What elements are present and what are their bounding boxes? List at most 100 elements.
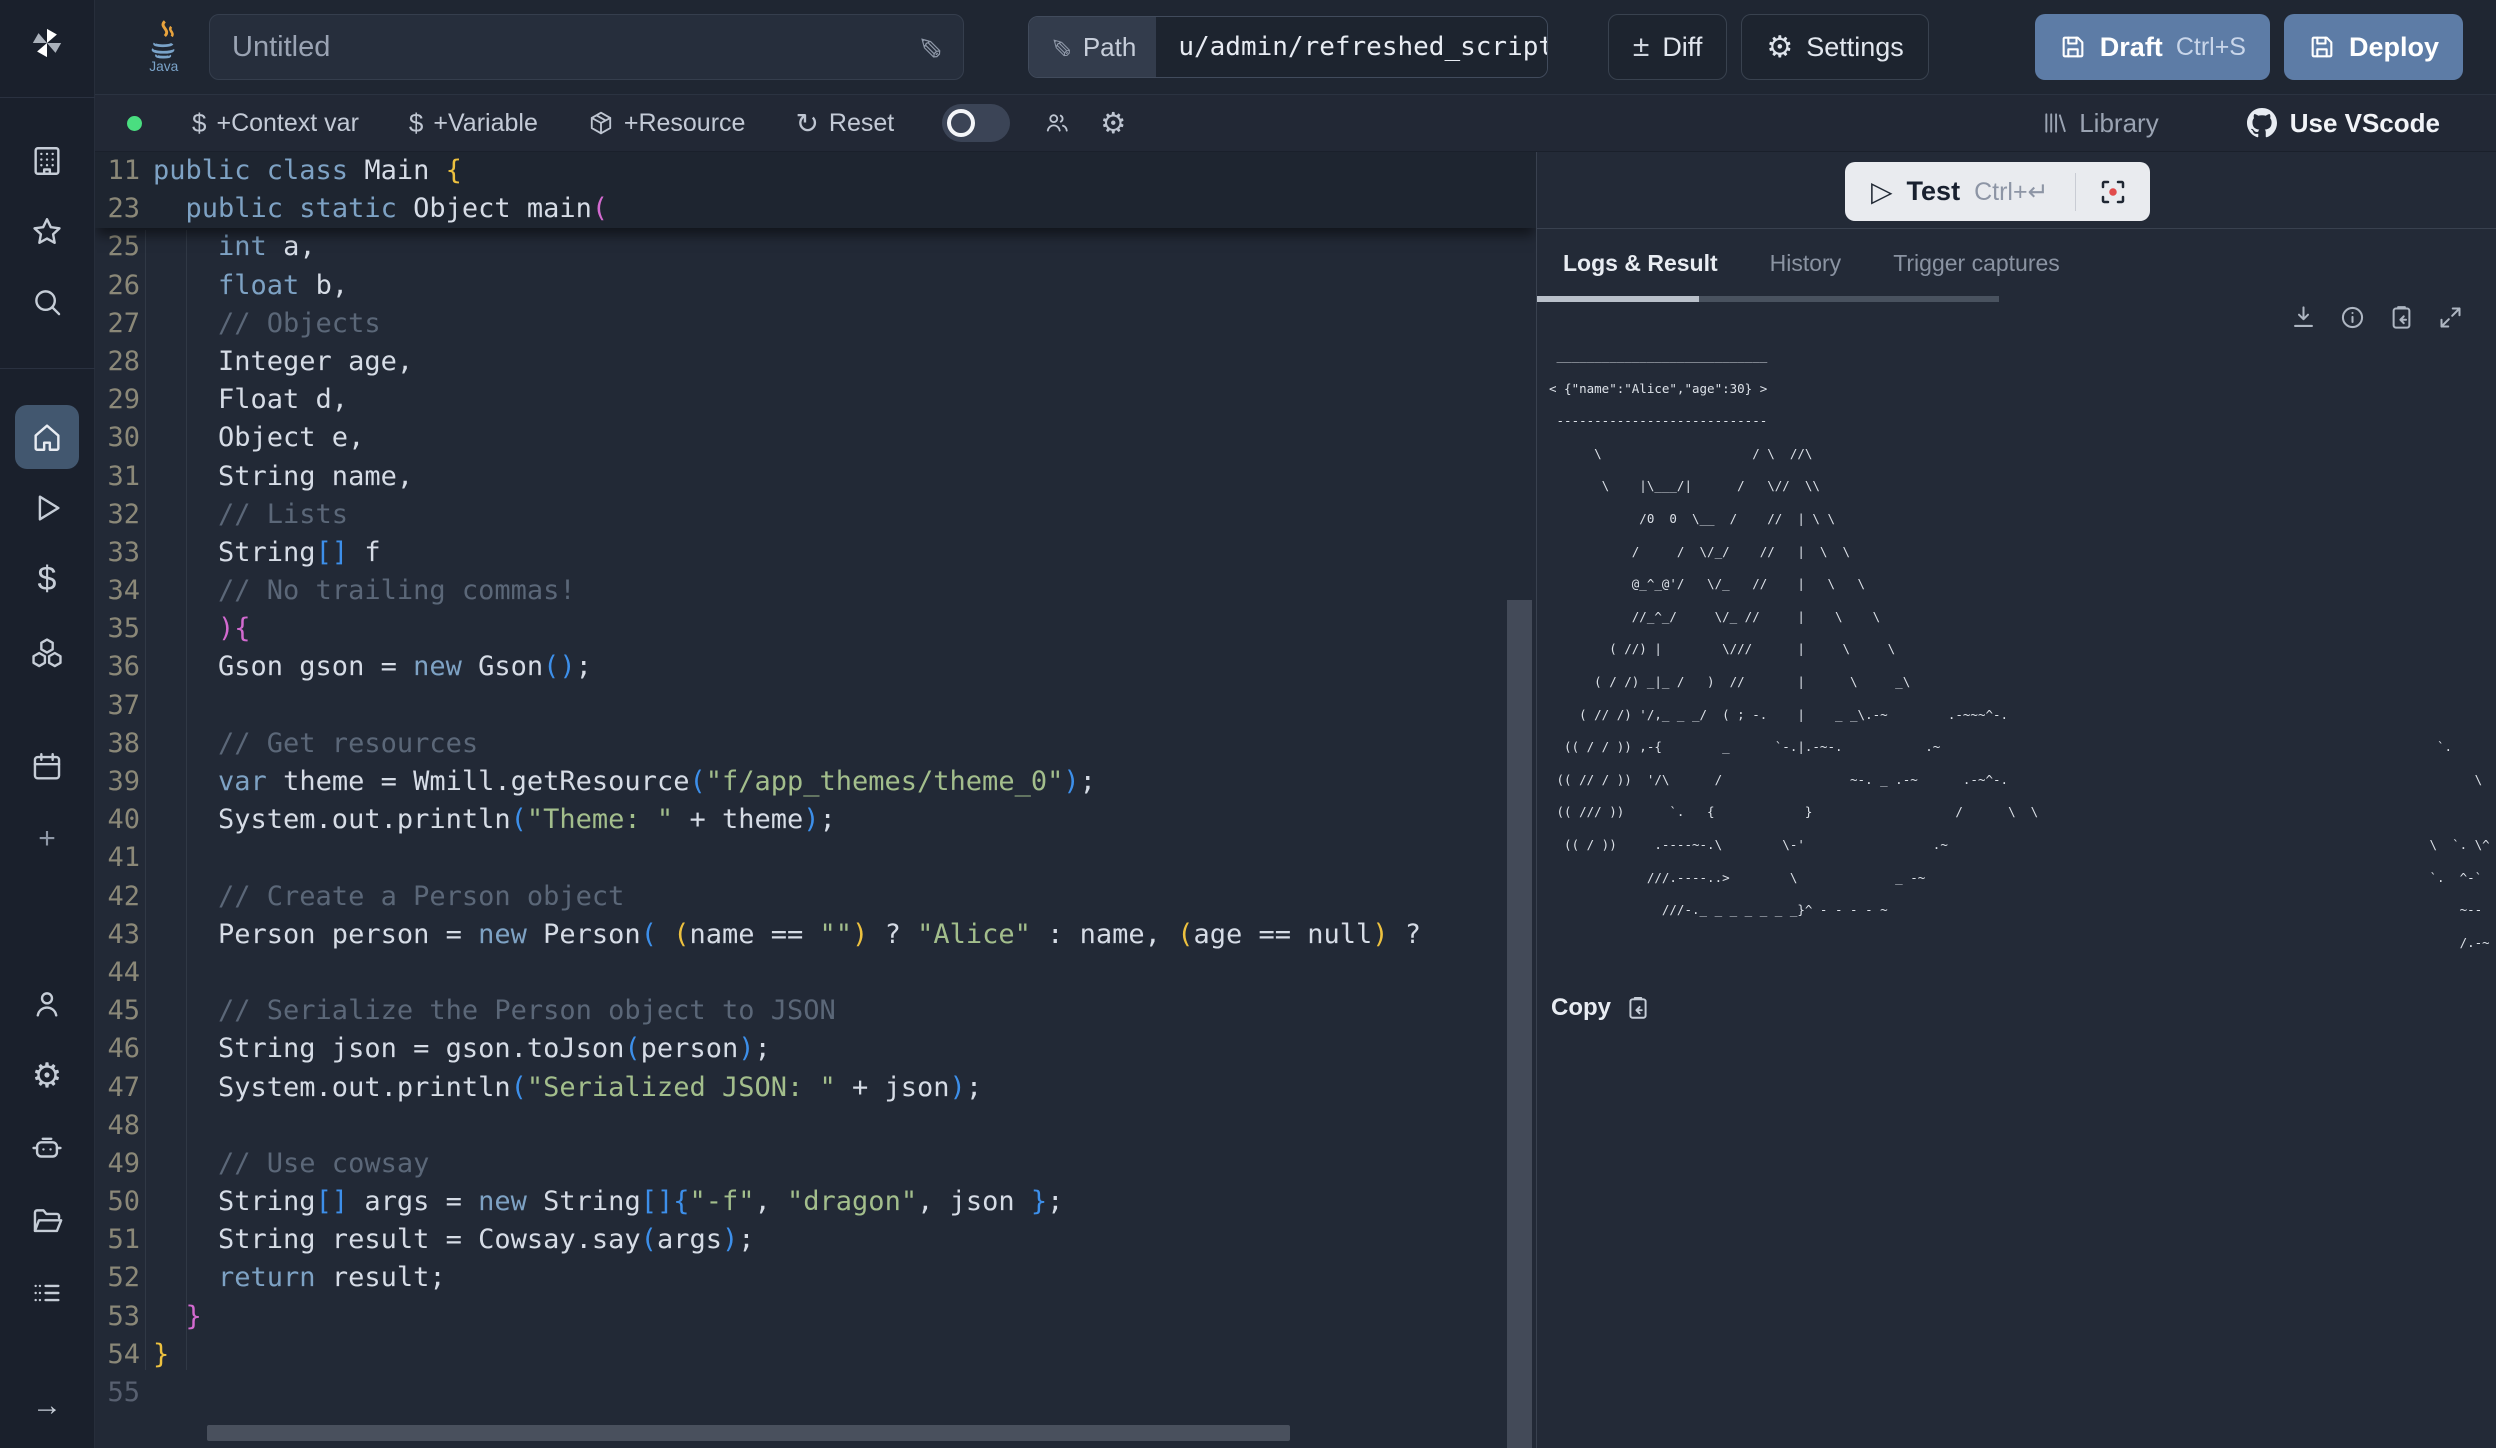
code-line[interactable]: 54} bbox=[95, 1336, 1536, 1374]
add-resource-button[interactable]: +Resource bbox=[588, 109, 746, 138]
add-plus-icon[interactable]: + bbox=[25, 817, 69, 861]
code-line[interactable]: 48 bbox=[95, 1107, 1536, 1145]
line-number: 34 bbox=[95, 572, 140, 610]
runs-play-icon[interactable] bbox=[25, 486, 69, 530]
code-line[interactable]: 42 // Create a Person object bbox=[95, 878, 1536, 916]
expand-arrow-icon[interactable]: → bbox=[25, 1384, 69, 1428]
indent-guide bbox=[186, 230, 187, 1370]
audit-logs-list-icon[interactable] bbox=[25, 1271, 69, 1315]
tab-logs-result[interactable]: Logs & Result bbox=[1537, 230, 1744, 296]
code-line[interactable]: 45 // Serialize the Person object to JSO… bbox=[95, 992, 1536, 1030]
code-line[interactable]: 50 String[] args = new String[]{"-f", "d… bbox=[95, 1183, 1536, 1221]
code-line[interactable]: 39 var theme = Wmill.getResource("f/app_… bbox=[95, 763, 1536, 801]
toggle-knob bbox=[947, 109, 975, 137]
code-line[interactable]: 44 bbox=[95, 954, 1536, 992]
code-line[interactable]: 31 String name, bbox=[95, 458, 1536, 496]
code-line[interactable]: 37 bbox=[95, 687, 1536, 725]
result-tabs: Logs & ResultHistoryTrigger captures bbox=[1537, 230, 2086, 296]
favorites-star-icon[interactable] bbox=[25, 210, 69, 254]
code-line[interactable]: 51 String result = Cowsay.say(args); bbox=[95, 1221, 1536, 1259]
code-line[interactable]: 30 Object e, bbox=[95, 419, 1536, 457]
settings-gear-icon[interactable]: ⚙ bbox=[25, 1054, 69, 1098]
copy-result-button[interactable]: Copy bbox=[1551, 994, 1651, 1022]
code-line[interactable]: 52 return result; bbox=[95, 1259, 1536, 1297]
code-line[interactable]: 40 System.out.println("Theme: " + theme)… bbox=[95, 801, 1536, 839]
code-line[interactable]: 53 } bbox=[95, 1298, 1536, 1336]
workspace-building-icon[interactable] bbox=[25, 139, 69, 183]
capture-test-button[interactable] bbox=[2076, 162, 2150, 221]
code-line[interactable]: 49 // Use cowsay bbox=[95, 1145, 1536, 1183]
line-number: 54 bbox=[95, 1336, 140, 1374]
tab-trigger-captures[interactable]: Trigger captures bbox=[1867, 230, 2086, 296]
deploy-button[interactable]: Deploy bbox=[2284, 14, 2463, 80]
reset-button[interactable]: ↻ Reset bbox=[795, 107, 894, 140]
horizontal-scrollbar[interactable] bbox=[207, 1425, 1290, 1441]
diff-button-label: Diff bbox=[1662, 32, 1702, 63]
code-line[interactable]: 47 System.out.println("Serialized JSON: … bbox=[95, 1069, 1536, 1107]
code-line[interactable]: 29 Float d, bbox=[95, 381, 1536, 419]
library-button[interactable]: Library bbox=[2042, 108, 2158, 139]
add-context-var-button[interactable]: $ +Context var bbox=[192, 108, 359, 139]
copy-json-clipboard-icon[interactable] bbox=[2388, 304, 2415, 331]
active-tab-underline bbox=[1537, 296, 1699, 302]
resources-cubes-icon[interactable] bbox=[25, 631, 69, 675]
line-number: 53 bbox=[95, 1298, 140, 1336]
line-number: 31 bbox=[95, 458, 140, 496]
code-line[interactable]: 26 float b, bbox=[95, 267, 1536, 305]
code-line[interactable]: 41 bbox=[95, 839, 1536, 877]
path-widget[interactable]: ✎ Path u/admin/refreshed_script bbox=[1028, 16, 1548, 78]
search-icon[interactable] bbox=[25, 280, 69, 324]
code-line[interactable]: 55 bbox=[95, 1374, 1536, 1412]
sticky-code-header[interactable]: 11public class Main {23 public static Ob… bbox=[95, 152, 1536, 228]
add-variable-button[interactable]: $ +Variable bbox=[409, 108, 538, 139]
line-number: 36 bbox=[95, 648, 140, 686]
mode-toggle[interactable] bbox=[942, 104, 1010, 142]
code-line[interactable]: 46 String json = gson.toJson(person); bbox=[95, 1030, 1536, 1068]
code-line[interactable]: 35 ){ bbox=[95, 610, 1536, 648]
code-line[interactable]: 43 Person person = new Person( (name == … bbox=[95, 916, 1536, 954]
code-line[interactable]: 28 Integer age, bbox=[95, 343, 1536, 381]
variables-dollar-icon[interactable]: $ bbox=[25, 557, 69, 601]
code-line[interactable]: 25 int a, bbox=[95, 228, 1536, 266]
editor-settings-button[interactable]: ⚙ bbox=[1100, 106, 1126, 141]
download-icon[interactable] bbox=[2290, 304, 2317, 331]
code-line[interactable]: 36 Gson gson = new Gson(); bbox=[95, 648, 1536, 686]
test-button-group[interactable]: ▷ Test Ctrl+↵ bbox=[1845, 162, 2150, 221]
settings-button[interactable]: ⚙ Settings bbox=[1741, 14, 1928, 80]
line-number: 37 bbox=[95, 687, 140, 725]
tab-history[interactable]: History bbox=[1744, 230, 1868, 296]
path-label-segment[interactable]: ✎ Path bbox=[1029, 17, 1156, 77]
code-line[interactable]: 32 // Lists bbox=[95, 496, 1536, 534]
gear-icon: ⚙ bbox=[1766, 30, 1793, 65]
code-lines[interactable]: 25 int a,26 float b,27 // Objects28 Inte… bbox=[95, 228, 1536, 1412]
home-nav-item[interactable] bbox=[15, 405, 79, 469]
use-vscode-button[interactable]: Use VScode bbox=[2247, 108, 2440, 139]
draft-button[interactable]: Draft Ctrl+S bbox=[2035, 14, 2270, 80]
workers-robot-icon[interactable] bbox=[25, 1126, 69, 1170]
test-button[interactable]: ▷ Test Ctrl+↵ bbox=[1845, 175, 2075, 208]
code-line[interactable]: 38 // Get resources bbox=[95, 725, 1536, 763]
folders-icon[interactable] bbox=[25, 1199, 69, 1243]
expand-icon[interactable] bbox=[2437, 304, 2464, 331]
code-editor[interactable]: 25 int a,26 float b,27 // Objects28 Inte… bbox=[95, 152, 1536, 1448]
diff-button[interactable]: ± Diff bbox=[1608, 14, 1727, 80]
vertical-scrollbar[interactable] bbox=[1507, 600, 1532, 1448]
info-icon[interactable] bbox=[2339, 304, 2366, 331]
user-icon[interactable] bbox=[25, 982, 69, 1026]
edit-title-pencil-icon[interactable]: ✎ bbox=[911, 34, 946, 59]
code-line[interactable]: 33 String[] f bbox=[95, 534, 1536, 572]
code-line[interactable]: 11public class Main { bbox=[95, 152, 1536, 190]
code-line[interactable]: 27 // Objects bbox=[95, 305, 1536, 343]
code-text: return result; bbox=[153, 1259, 446, 1297]
code-line[interactable]: 34 // No trailing commas! bbox=[95, 572, 1536, 610]
code-line[interactable]: 23 public static Object main( bbox=[95, 190, 1536, 228]
tabstrip-underline bbox=[1699, 296, 1999, 302]
windmill-logo-icon[interactable] bbox=[25, 21, 69, 65]
line-number: 55 bbox=[95, 1374, 140, 1412]
script-title-input[interactable]: Untitled ✎ bbox=[209, 14, 964, 80]
schedules-calendar-icon[interactable] bbox=[25, 745, 69, 789]
collaborators-button[interactable] bbox=[1044, 110, 1070, 136]
indent-guide bbox=[145, 230, 146, 1370]
line-number: 25 bbox=[95, 228, 140, 266]
line-number: 35 bbox=[95, 610, 140, 648]
